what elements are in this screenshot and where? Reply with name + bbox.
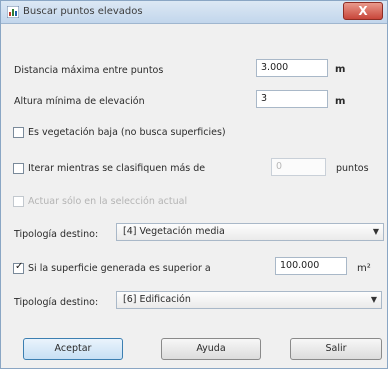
target-typology-select-2-value: [6] Edificación	[123, 294, 191, 305]
selection-only-label[interactable]: Actuar sólo en la selección actual	[28, 196, 187, 207]
target-typology-select-1-value: [4] Vegetación media	[123, 226, 225, 237]
selection-only-checkbox[interactable]	[13, 196, 24, 207]
max-distance-unit: m	[335, 64, 346, 75]
iterate-unit-label: puntos	[336, 163, 369, 174]
min-height-input[interactable]: 3	[256, 90, 328, 108]
iterate-label[interactable]: Iterar mientras se clasifiquen más de	[28, 163, 205, 174]
surface-unit: m²	[357, 263, 371, 274]
window-title: Buscar puntos elevados	[23, 6, 143, 17]
surface-label[interactable]: Si la superficie generada es superior a	[28, 263, 211, 274]
low-vegetation-label[interactable]: Es vegetación baja (no busca superficies…	[28, 127, 226, 138]
title-bar[interactable]: Buscar puntos elevados X	[1, 1, 387, 24]
chevron-down-icon: ▼	[372, 227, 379, 236]
app-icon	[7, 6, 19, 18]
iterate-checkbox[interactable]	[13, 163, 24, 174]
max-distance-label: Distancia máxima entre puntos	[14, 65, 164, 76]
target-typology-select-1[interactable]: [4] Vegetación media ▼	[116, 223, 384, 241]
surface-checkbox[interactable]: ✓	[13, 261, 24, 274]
target-typology-label-2: Tipología destino:	[14, 297, 99, 308]
chevron-down-icon: ▼	[370, 295, 377, 304]
min-height-label: Altura mínima de elevación	[14, 96, 145, 107]
checkmark-icon: ✓	[15, 261, 24, 272]
surface-input[interactable]: 100.000	[275, 257, 347, 275]
low-vegetation-checkbox[interactable]	[13, 127, 24, 138]
max-distance-input[interactable]: 3.000	[256, 59, 328, 77]
target-typology-select-2[interactable]: [6] Edificación ▼	[116, 291, 382, 309]
accept-button[interactable]: Aceptar	[23, 338, 123, 360]
close-button[interactable]: X	[343, 2, 383, 20]
help-button[interactable]: Ayuda	[161, 338, 261, 360]
exit-button[interactable]: Salir	[290, 338, 382, 360]
close-icon: X	[358, 4, 368, 18]
min-height-unit: m	[335, 96, 346, 107]
target-typology-label-1: Tipología destino:	[14, 229, 99, 240]
dialog-window: Buscar puntos elevados X Distancia máxim…	[0, 0, 388, 369]
iterate-count-input[interactable]: 0	[271, 158, 326, 176]
